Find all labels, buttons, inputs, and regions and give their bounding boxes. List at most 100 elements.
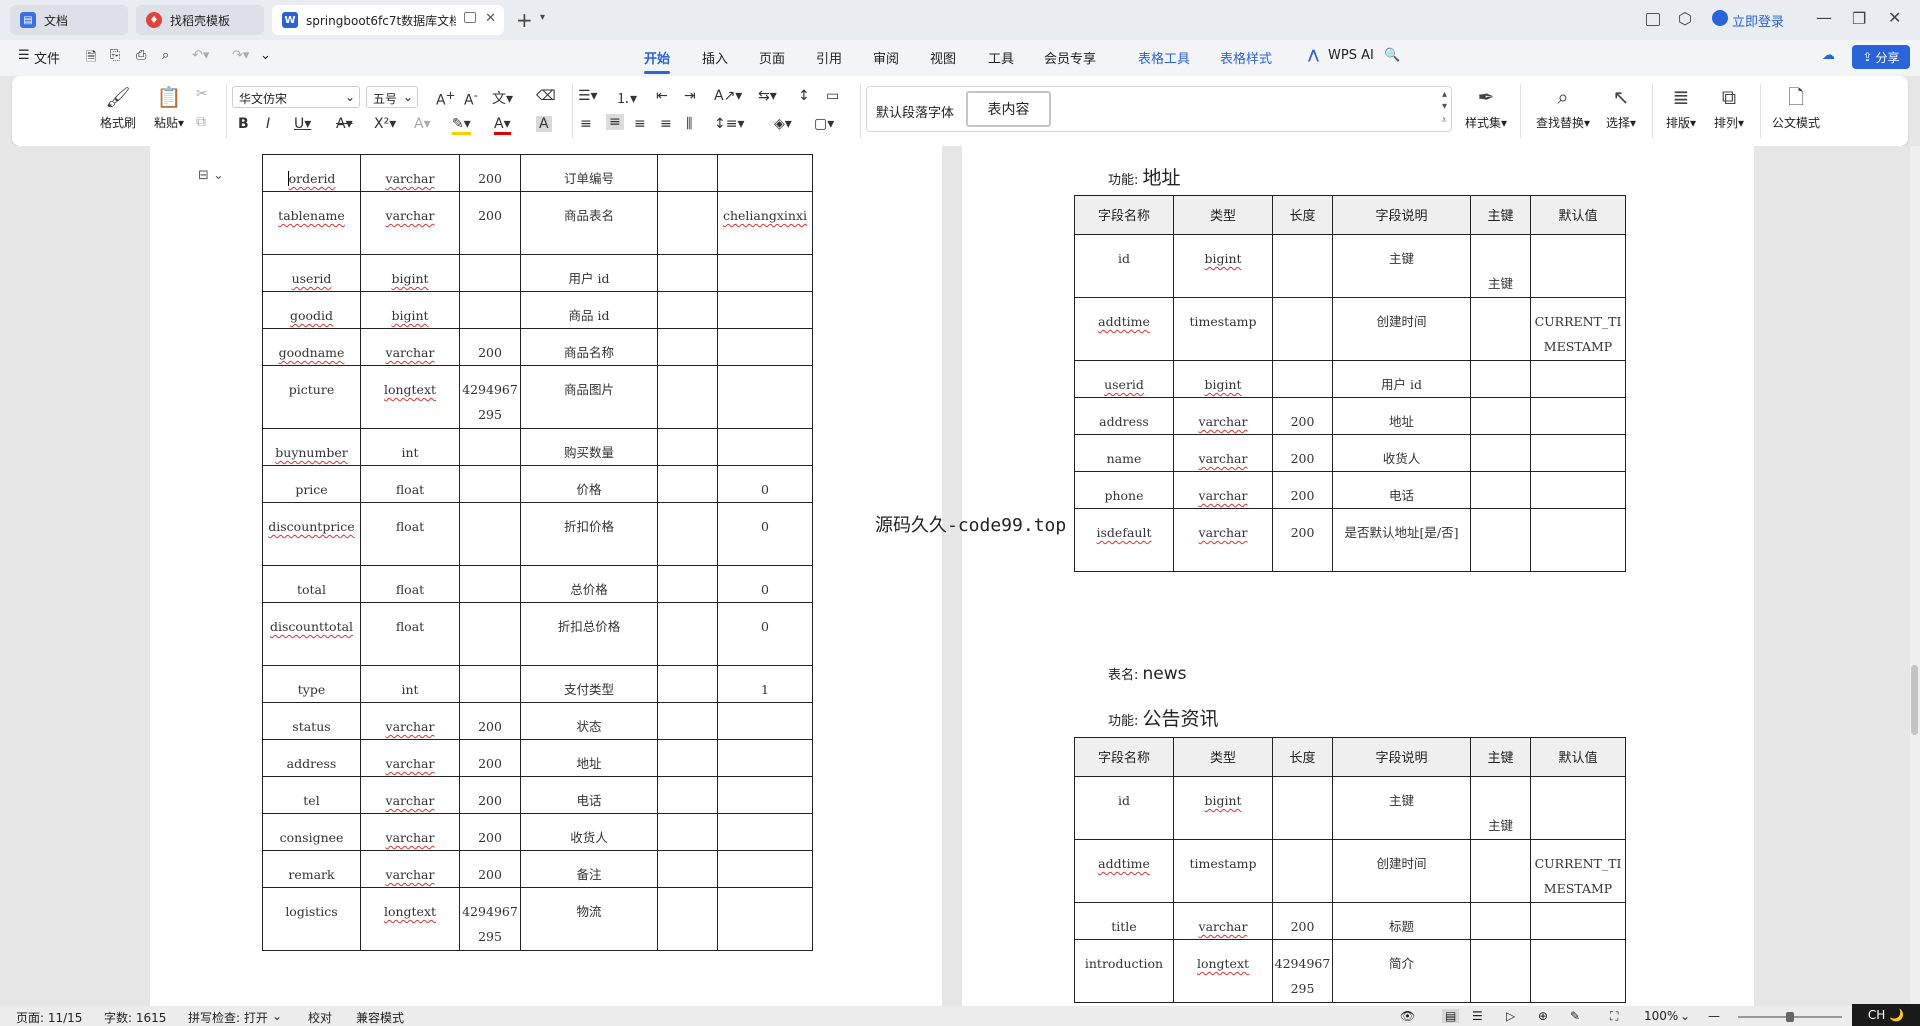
length-cell[interactable]: 4294967295 [459,887,521,951]
length-cell[interactable]: 200 [1272,508,1333,572]
default-value-cell[interactable]: CURRENT_TIMESTAMP [1530,839,1626,903]
field-name-cell[interactable]: goodid [262,291,361,329]
description-cell[interactable]: 创建时间 [1332,839,1471,903]
type-cell[interactable]: bigint [1173,360,1273,398]
zoom-out-icon[interactable]: — [1708,1009,1720,1023]
field-name-cell[interactable]: userid [1074,360,1174,398]
primary-key-cell[interactable] [657,254,718,292]
primary-key-cell[interactable] [1470,397,1531,435]
search-icon[interactable]: 🔍 [1384,48,1400,63]
description-cell[interactable]: 商品表名 [520,191,658,255]
default-value-cell[interactable]: 0 [717,502,813,566]
length-cell[interactable]: 200 [459,776,521,814]
line-spacing-icon[interactable]: ↕≡▾ [714,116,745,132]
primary-key-cell[interactable] [657,328,718,366]
page-indicator[interactable]: 页面: 11/15 [16,1009,82,1026]
menu-page[interactable]: 页面 [759,48,785,67]
default-value-cell[interactable] [717,739,813,777]
grow-font-icon[interactable]: A+ [436,88,455,109]
description-cell[interactable]: 备注 [520,850,658,888]
primary-key-cell[interactable] [1470,508,1531,572]
type-cell[interactable]: longtext [1173,939,1273,1003]
field-name-cell[interactable]: orderid [262,154,361,192]
length-cell[interactable]: 200 [459,702,521,740]
copy-icon[interactable]: ⧉ [196,114,206,130]
zoom-level[interactable]: 100% [1644,1009,1678,1023]
border-icon[interactable]: ▢▾ [814,116,834,132]
field-name-cell[interactable]: isdefault [1074,508,1174,572]
chevron-down-icon[interactable]: ▾ [540,12,545,23]
menu-review[interactable]: 审阅 [873,48,899,67]
primary-key-cell[interactable] [1470,839,1531,903]
default-value-cell[interactable] [1530,508,1626,572]
tab-docer[interactable]: ♦ 找稻壳模板 [136,5,264,35]
hamburger-icon[interactable]: ☰ [18,48,30,63]
description-cell[interactable]: 简介 [1332,939,1471,1003]
close-tab-icon[interactable]: ✕ [485,11,496,26]
description-cell[interactable]: 主键 [1332,776,1471,840]
type-cell[interactable]: float [360,565,460,603]
web-view-icon[interactable]: ⊕ [1538,1009,1548,1023]
type-cell[interactable]: varchar [1173,471,1273,509]
field-name-cell[interactable]: address [1074,397,1174,435]
char-shading-icon[interactable]: A [536,116,552,132]
length-cell[interactable] [1272,839,1333,903]
column-header[interactable]: 长度 [1272,737,1333,777]
field-name-cell[interactable]: goodname [262,328,361,366]
shrink-font-icon[interactable]: A- [464,88,478,109]
description-cell[interactable]: 用户 id [520,254,658,292]
description-cell[interactable]: 是否默认地址[是/否] [1332,508,1471,572]
proofread-button[interactable]: 校对 [308,1009,332,1026]
length-cell[interactable]: 200 [459,739,521,777]
window-icon[interactable] [464,12,476,23]
length-cell[interactable] [1272,234,1333,298]
column-header[interactable]: 主键 [1470,195,1531,235]
print-icon[interactable]: ⎙ [136,48,146,63]
description-cell[interactable]: 物流 [520,887,658,951]
doc-mode-button[interactable]: 🗋 公文模式 [1768,86,1824,131]
field-name-cell[interactable]: title [1074,902,1174,940]
type-cell[interactable]: varchar [360,776,460,814]
length-cell[interactable] [459,428,521,466]
spell-check-toggle[interactable]: 拼写检查: 打开 [188,1009,268,1026]
type-cell[interactable]: varchar [1173,434,1273,472]
default-value-cell[interactable] [1530,471,1626,509]
column-header[interactable]: 类型 [1173,195,1273,235]
primary-key-cell[interactable]: 主键 [1470,776,1531,840]
column-header[interactable]: 长度 [1272,195,1333,235]
description-cell[interactable]: 商品名称 [520,328,658,366]
default-value-cell[interactable] [717,328,813,366]
primary-key-cell[interactable] [1470,434,1531,472]
description-cell[interactable]: 折扣总价格 [520,602,658,666]
default-value-cell[interactable] [717,813,813,851]
length-cell[interactable]: 200 [459,191,521,255]
field-name-cell[interactable]: picture [262,365,361,429]
more-icon[interactable]: ⌄ [260,48,271,63]
distribute-icon[interactable]: ⫼ [686,116,692,132]
align-left-icon[interactable]: ≡ [580,116,592,132]
type-cell[interactable]: varchar [360,702,460,740]
underline-icon[interactable]: U▾ [294,116,311,132]
find-replace-button[interactable]: ⌕ 查找替换▾ [1532,86,1594,131]
primary-key-cell[interactable] [657,291,718,329]
description-cell[interactable]: 收货人 [1332,434,1471,472]
default-value-cell[interactable] [717,887,813,951]
length-cell[interactable] [1272,360,1333,398]
primary-key-cell[interactable] [657,365,718,429]
field-name-cell[interactable]: introduction [1074,939,1174,1003]
cloud-upload-icon[interactable]: ☁ [1822,48,1835,63]
menu-file[interactable]: 文件 [34,48,60,67]
maximize-icon[interactable]: ❐ [1852,9,1866,28]
default-value-cell[interactable] [717,254,813,292]
primary-key-cell[interactable] [657,602,718,666]
column-header[interactable]: 字段名称 [1074,737,1174,777]
column-header[interactable]: 默认值 [1530,195,1626,235]
column-header[interactable]: 字段说明 [1332,195,1471,235]
primary-key-cell[interactable] [657,887,718,951]
strikethrough-icon[interactable]: A▾ [336,116,353,132]
primary-key-cell[interactable] [657,739,718,777]
print-preview-icon[interactable]: ⌕ [162,48,169,63]
length-cell[interactable] [459,291,521,329]
increase-indent-icon[interactable]: ⇥ [684,88,696,104]
column-header[interactable]: 字段名称 [1074,195,1174,235]
